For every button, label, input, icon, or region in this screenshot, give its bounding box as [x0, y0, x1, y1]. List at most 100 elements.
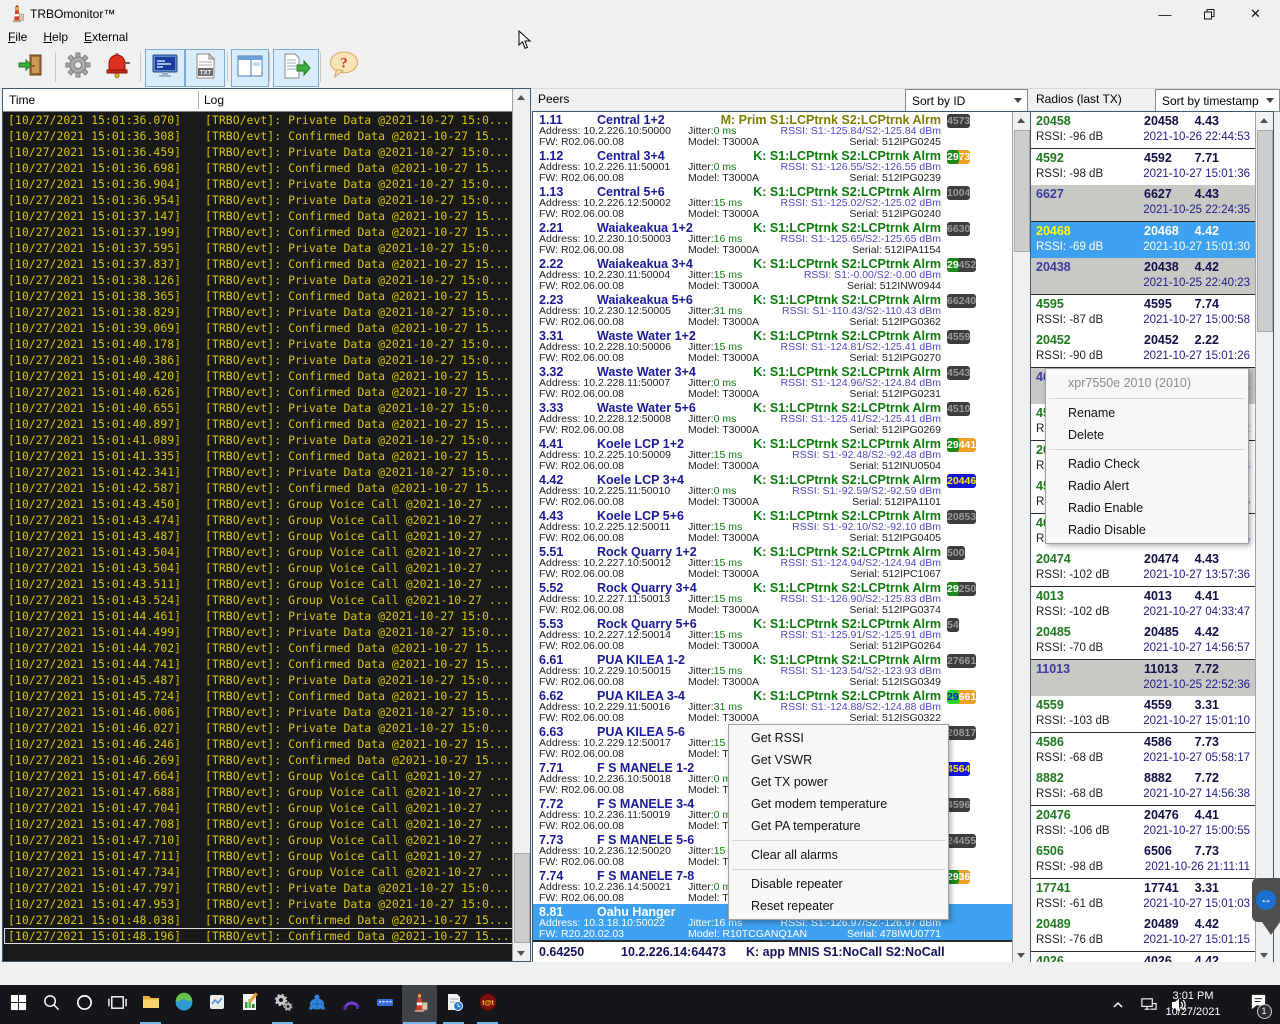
peer-row[interactable]: 5.53Rock Quarry 5+6K: S1:LCPtrnk S2:LCPt…: [533, 616, 1013, 653]
log-row[interactable]: [10/27/2021 15:01:45.487][TRBO/evt]: Pri…: [4, 672, 513, 688]
log-row[interactable]: [10/27/2021 15:01:47.953][TRBO/evt]: Pri…: [4, 896, 513, 912]
radios-sort-combo[interactable]: Sort by timestamp: [1155, 89, 1280, 112]
menu-item-rename[interactable]: Rename: [1046, 402, 1248, 424]
edge-button[interactable]: [167, 985, 200, 1024]
system-monitor-button[interactable]: [200, 985, 233, 1024]
log-row[interactable]: [10/27/2021 15:01:42.341][TRBO/evt]: Pri…: [4, 464, 513, 480]
export-log-button[interactable]: [273, 49, 319, 87]
peer-row[interactable]: 6.62PUA KILEA 3-4K: S1:LCPtrnk S2:LCPtrn…: [533, 688, 1013, 725]
log-row[interactable]: [10/27/2021 15:01:45.724][TRBO/evt]: Con…: [4, 688, 513, 704]
radio-row[interactable]: 11013110137.722021-10-25 22:52:36: [1031, 660, 1256, 697]
peer-row[interactable]: 3.31Waste Water 1+2K: S1:LCPtrnk S2:LCPt…: [533, 328, 1013, 365]
menu-item-radio-disable[interactable]: Radio Disable: [1046, 519, 1248, 541]
notification-center-button[interactable]: 1: [1240, 985, 1276, 1024]
services-gears-button[interactable]: [266, 985, 299, 1024]
radio-row[interactable]: 20438204384.422021-10-25 22:40:23: [1031, 258, 1256, 295]
log-row[interactable]: [10/27/2021 15:01:47.797][TRBO/evt]: Pri…: [4, 880, 513, 896]
trbomonitor-taskbar-button[interactable]: [402, 985, 437, 1024]
log-row[interactable]: [10/27/2021 15:01:39.069][TRBO/evt]: Con…: [4, 320, 513, 336]
radio-row[interactable]: 650665067.73RSSI: -98 dB2021-10-26 21:11…: [1031, 842, 1256, 879]
alarm-button[interactable]: [98, 49, 136, 85]
log-row[interactable]: [10/27/2021 15:01:40.897][TRBO/evt]: Con…: [4, 416, 513, 432]
log-row[interactable]: [10/27/2021 15:01:37.147][TRBO/evt]: Con…: [4, 208, 513, 224]
peer-row[interactable]: 3.33Waste Water 5+6K: S1:LCPtrnk S2:LCPt…: [533, 400, 1013, 437]
log-row[interactable]: [10/27/2021 15:01:36.070][TRBO/evt]: Pri…: [4, 112, 513, 128]
peer-row[interactable]: 2.21Waiakeakua 1+2K: S1:LCPtrnk S2:LCPtr…: [533, 220, 1013, 257]
log-row[interactable]: [10/27/2021 15:01:37.837][TRBO/evt]: Con…: [4, 256, 513, 272]
menu-item-disable-repeater[interactable]: Disable repeater: [729, 873, 948, 895]
peer-row[interactable]: 1.11Central 1+2M: Prim S1:LCPtrnk S2:LCP…: [533, 112, 1013, 149]
menu-item-get-tx-power[interactable]: Get TX power: [729, 771, 948, 793]
log-row[interactable]: [10/27/2021 15:01:46.269][TRBO/evt]: Con…: [4, 752, 513, 768]
log-row[interactable]: [10/27/2021 15:01:37.199][TRBO/evt]: Con…: [4, 224, 513, 240]
log-row[interactable]: [10/27/2021 15:01:36.698][TRBO/evt]: Con…: [4, 160, 513, 176]
log-row[interactable]: [10/27/2021 15:01:36.308][TRBO/evt]: Con…: [4, 128, 513, 144]
log-row[interactable]: [10/27/2021 15:01:47.710][TRBO/evt]: Gro…: [4, 832, 513, 848]
keyboard-app-button[interactable]: [368, 985, 401, 1024]
radio-row[interactable]: 20458204584.43RSSI: -96 dB2021-10-26 22:…: [1031, 112, 1256, 149]
peer-row[interactable]: 2.22Waiakeakua 3+4K: S1:LCPtrnk S2:LCPtr…: [533, 256, 1013, 293]
radio-row[interactable]: 459245927.71RSSI: -98 dB2021-10-27 15:01…: [1031, 149, 1256, 186]
task-view-button[interactable]: [101, 985, 134, 1024]
peer-row[interactable]: 4.42Koele LCP 3+4K: S1:LCPtrnk S2:LCPtrn…: [533, 472, 1013, 509]
log-chart-app-button[interactable]: [233, 985, 266, 1024]
log-row[interactable]: [10/27/2021 15:01:46.246][TRBO/evt]: Con…: [4, 736, 513, 752]
log-row[interactable]: [10/27/2021 15:01:43.524][TRBO/evt]: Gro…: [4, 592, 513, 608]
peer-row[interactable]: 1.13Central 5+6K: S1:LCPtrnk S2:LCPtrnk …: [533, 184, 1013, 221]
mail-app-button[interactable]: t@t: [471, 985, 504, 1024]
log-row[interactable]: [10/27/2021 15:01:43.504][TRBO/evt]: Gro…: [4, 560, 513, 576]
peer-row[interactable]: 3.32Waste Water 3+4K: S1:LCPtrnk S2:LCPt…: [533, 364, 1013, 401]
scroll-up-arrow[interactable]: [513, 89, 529, 105]
log-row[interactable]: [10/27/2021 15:01:36.954][TRBO/evt]: Pri…: [4, 192, 513, 208]
close-button[interactable]: ✕: [1231, 0, 1280, 28]
text-log-view-button[interactable]: TXT: [185, 49, 225, 87]
teamviewer-tab[interactable]: ↔: [1252, 878, 1280, 922]
log-row[interactable]: [10/27/2021 15:01:44.741][TRBO/evt]: Con…: [4, 656, 513, 672]
menu-item-delete[interactable]: Delete: [1046, 424, 1248, 446]
log-row[interactable]: [10/27/2021 15:01:37.595][TRBO/evt]: Pri…: [4, 240, 513, 256]
log-row[interactable]: [10/27/2021 15:01:41.335][TRBO/evt]: Con…: [4, 448, 513, 464]
log-scrollbar[interactable]: [512, 89, 530, 961]
scroll-down-arrow[interactable]: [513, 945, 529, 961]
scroll-thumb[interactable]: [1014, 130, 1030, 252]
scroll-down-arrow[interactable]: [1256, 947, 1272, 963]
menu-help[interactable]: Help: [35, 29, 76, 46]
menu-file[interactable]: File: [0, 29, 35, 46]
peer-row[interactable]: 4.43Koele LCP 5+6K: S1:LCPtrnk S2:LCPtrn…: [533, 508, 1013, 545]
exit-button[interactable]: [12, 49, 50, 85]
turtle-app-button[interactable]: [300, 985, 333, 1024]
radio-row[interactable]: 20474204744.43RSSI: -102 dB2021-10-27 13…: [1031, 550, 1256, 587]
radio-row[interactable]: 20476204764.41RSSI: -106 dB2021-10-27 15…: [1031, 806, 1256, 843]
log-row[interactable]: [10/27/2021 15:01:36.459][TRBO/evt]: Pri…: [4, 144, 513, 160]
radio-row[interactable]: 455945593.31RSSI: -103 dB2021-10-27 15:0…: [1031, 696, 1256, 733]
taskbar-clock[interactable]: 3:01 PM 10/27/2021: [1154, 988, 1232, 1020]
menu-item-radio-enable[interactable]: Radio Enable: [1046, 497, 1248, 519]
scroll-thumb[interactable]: [1257, 130, 1273, 332]
radio-row[interactable]: 20468204684.42RSSI: -69 dB2021-10-27 15:…: [1031, 222, 1256, 259]
menu-item-get-vswr[interactable]: Get VSWR: [729, 749, 948, 771]
log-row[interactable]: [10/27/2021 15:01:40.178][TRBO/evt]: Pri…: [4, 336, 513, 352]
radio-row[interactable]: 17741177413.31RSSI: -61 dB2021-10-27 15:…: [1031, 879, 1256, 916]
log-row[interactable]: [10/27/2021 15:01:38.365][TRBO/evt]: Con…: [4, 288, 513, 304]
log-row[interactable]: [10/27/2021 15:01:44.702][TRBO/evt]: Con…: [4, 640, 513, 656]
log-row[interactable]: [10/27/2021 15:01:42.587][TRBO/evt]: Con…: [4, 480, 513, 496]
log-row[interactable]: [10/27/2021 15:01:40.420][TRBO/evt]: Con…: [4, 368, 513, 384]
log-row[interactable]: [10/27/2021 15:01:41.089][TRBO/evt]: Pri…: [4, 432, 513, 448]
radios-scrollbar[interactable]: [1255, 112, 1273, 963]
tray-chevron-button[interactable]: [1105, 985, 1131, 1024]
scroll-up-arrow[interactable]: [1013, 112, 1029, 128]
log-row[interactable]: [10/27/2021 15:01:47.688][TRBO/evt]: Gro…: [4, 784, 513, 800]
radio-row[interactable]: 20489204894.42RSSI: -76 dB2021-10-27 15:…: [1031, 915, 1256, 952]
radio-row[interactable]: 20485204854.42RSSI: -70 dB2021-10-27 14:…: [1031, 623, 1256, 660]
log-row[interactable]: [10/27/2021 15:01:43.504][TRBO/evt]: Gro…: [4, 544, 513, 560]
radio-row[interactable]: 20452204522.22RSSI: -90 dB2021-10-27 15:…: [1031, 331, 1256, 368]
log-row[interactable]: [10/27/2021 15:01:40.655][TRBO/evt]: Pri…: [4, 400, 513, 416]
radio-row[interactable]: 459545957.74RSSI: -87 dB2021-10-27 15:00…: [1031, 295, 1256, 332]
radio-row[interactable]: 888288827.72RSSI: -68 dB2021-10-27 14:56…: [1031, 769, 1256, 806]
log-row[interactable]: [10/27/2021 15:01:46.006][TRBO/evt]: Pri…: [4, 704, 513, 720]
log-row[interactable]: [10/27/2021 15:01:47.704][TRBO/evt]: Gro…: [4, 800, 513, 816]
log-row[interactable]: [10/27/2021 15:01:48.196][TRBO/evt]: Con…: [4, 928, 513, 944]
settings-button[interactable]: [60, 49, 96, 85]
log-row[interactable]: [10/27/2021 15:01:48.038][TRBO/evt]: Con…: [4, 912, 513, 928]
headset-app-button[interactable]: [334, 985, 367, 1024]
